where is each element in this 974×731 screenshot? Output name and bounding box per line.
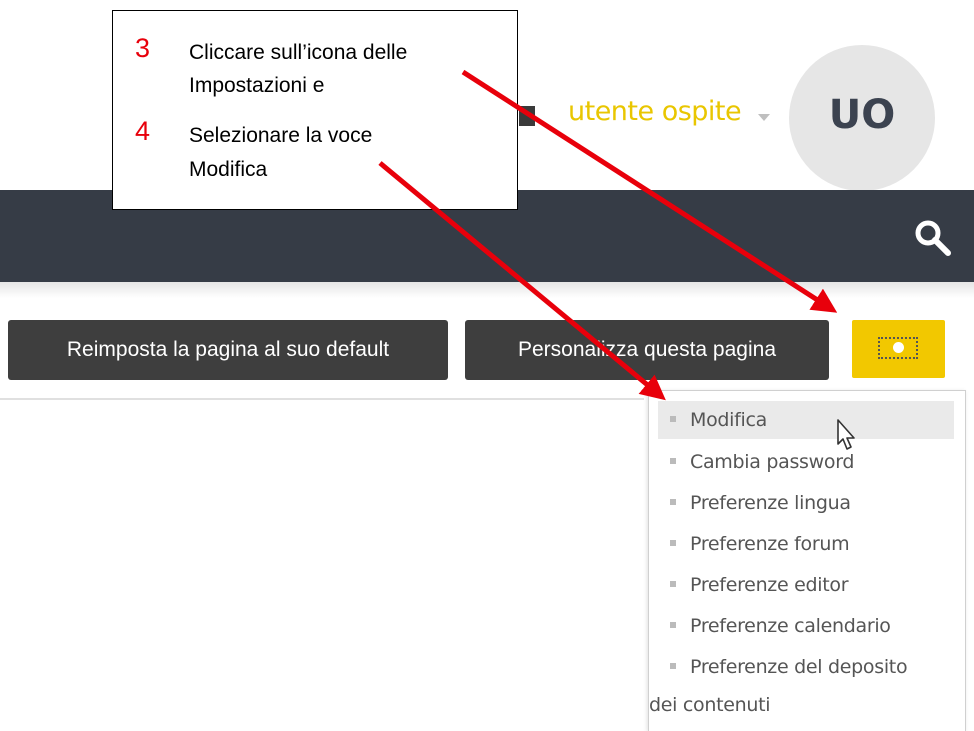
bullet-icon [670, 621, 676, 628]
menu-item-label-continued: dei contenuti [649, 694, 771, 716]
bullet-icon [670, 539, 676, 546]
customize-page-button[interactable]: Personalizza questa pagina [465, 320, 829, 380]
settings-gear-button[interactable] [852, 320, 945, 378]
menu-item-label: Preferenze calendario [690, 615, 891, 637]
step-4-text-line1: Selezionare la voce [189, 124, 373, 147]
menu-item-label: Preferenze del deposito [690, 656, 908, 678]
bullet-icon [670, 580, 676, 587]
step-4-number: 4 [135, 116, 151, 146]
menu-item-change-password[interactable]: Cambia password [658, 443, 954, 481]
avatar-initials: UO [828, 92, 896, 138]
menu-item-calendar[interactable]: Preferenze calendario [658, 607, 954, 645]
menu-item-modifica[interactable]: Modifica [658, 401, 954, 439]
step-4-text-line2: Modifica [189, 158, 268, 181]
mouse-pointer-icon [837, 419, 855, 450]
bullet-icon [670, 457, 676, 464]
menu-item-content-bank[interactable]: Preferenze del deposito dei contenuti [649, 648, 958, 724]
avatar[interactable]: UO [789, 45, 935, 191]
menu-item-label: Preferenze forum [690, 533, 850, 555]
bullet-icon [670, 498, 676, 505]
menu-item-label: Modifica [690, 409, 768, 431]
menu-item-label: Preferenze lingua [690, 492, 851, 514]
divider [0, 398, 644, 400]
bullet-icon [670, 415, 676, 422]
chevron-down-icon[interactable] [758, 114, 770, 121]
settings-dropdown: Modifica Cambia password Preferenze ling… [648, 390, 966, 731]
menu-item-forum[interactable]: Preferenze forum [658, 525, 954, 563]
search-icon[interactable] [913, 218, 953, 258]
step-3-text-line1: Cliccare sull’icona delle [189, 41, 408, 64]
navbar-shadow [0, 282, 974, 298]
gear-icon [893, 342, 904, 353]
step-3-number: 3 [135, 33, 151, 63]
user-menu-name[interactable]: utente ospite [568, 96, 742, 127]
menu-item-language[interactable]: Preferenze lingua [658, 484, 954, 522]
menu-item-label: Cambia password [690, 451, 855, 473]
flag-icon[interactable] [519, 106, 535, 126]
menu-item-label: Preferenze editor [690, 574, 849, 596]
reset-page-button[interactable]: Reimposta la pagina al suo default [8, 320, 448, 380]
step-3-text-line2: Impostazioni e [189, 74, 325, 97]
bullet-icon [670, 662, 676, 669]
menu-item-editor[interactable]: Preferenze editor [658, 566, 954, 604]
instruction-callout: 3 Cliccare sull’icona delle Impostazioni… [112, 10, 518, 210]
